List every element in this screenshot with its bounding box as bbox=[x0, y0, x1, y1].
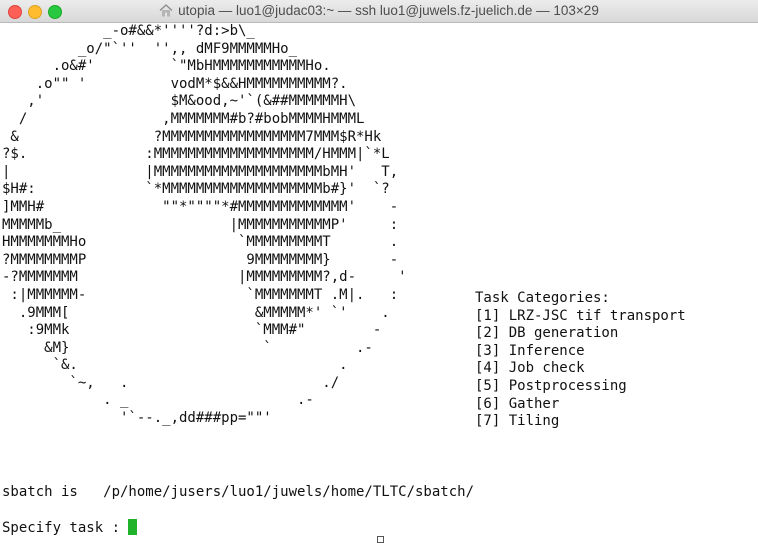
terminal-output[interactable]: _-o#&&*''''?d:>b\_ _o/"`'' '',, dMF9MMMM… bbox=[0, 23, 758, 541]
task-category-item: [7] Tiling bbox=[475, 413, 560, 430]
home-folder-icon bbox=[159, 4, 173, 20]
task-category-item: [6] Gather bbox=[475, 395, 560, 412]
ascii-art-logo: _-o#&&*''''?d:>b\_ _o/"`'' '',, dMF9MMMM… bbox=[2, 23, 407, 427]
task-prompt-label: Specify task : bbox=[2, 520, 129, 536]
task-category-item: [2] DB generation bbox=[475, 325, 619, 342]
title-bar: utopia — luo1@judac03:~ — ssh luo1@juwel… bbox=[0, 0, 758, 23]
task-category-item: [3] Inference bbox=[475, 342, 585, 359]
task-prompt-line[interactable]: Specify task : bbox=[2, 519, 138, 538]
task-category-item: [1] LRZ-JSC tif transport bbox=[475, 307, 686, 324]
task-categories-heading: Task Categories: bbox=[475, 290, 610, 306]
task-categories-menu: Task Categories: [1] LRZ-JSC tif transpo… bbox=[475, 290, 686, 431]
task-category-item: [4] Job check bbox=[475, 360, 585, 377]
window-title-wrap: utopia — luo1@judac03:~ — ssh luo1@juwel… bbox=[0, 3, 758, 20]
window-title: utopia — luo1@judac03:~ — ssh luo1@juwel… bbox=[178, 3, 599, 18]
sbatch-path-line: sbatch is /p/home/jusers/luo1/juwels/hom… bbox=[2, 484, 475, 500]
task-category-item: [5] Postprocessing bbox=[475, 377, 627, 394]
window-resize-indicator bbox=[377, 536, 384, 543]
terminal-cursor[interactable] bbox=[128, 519, 138, 535]
